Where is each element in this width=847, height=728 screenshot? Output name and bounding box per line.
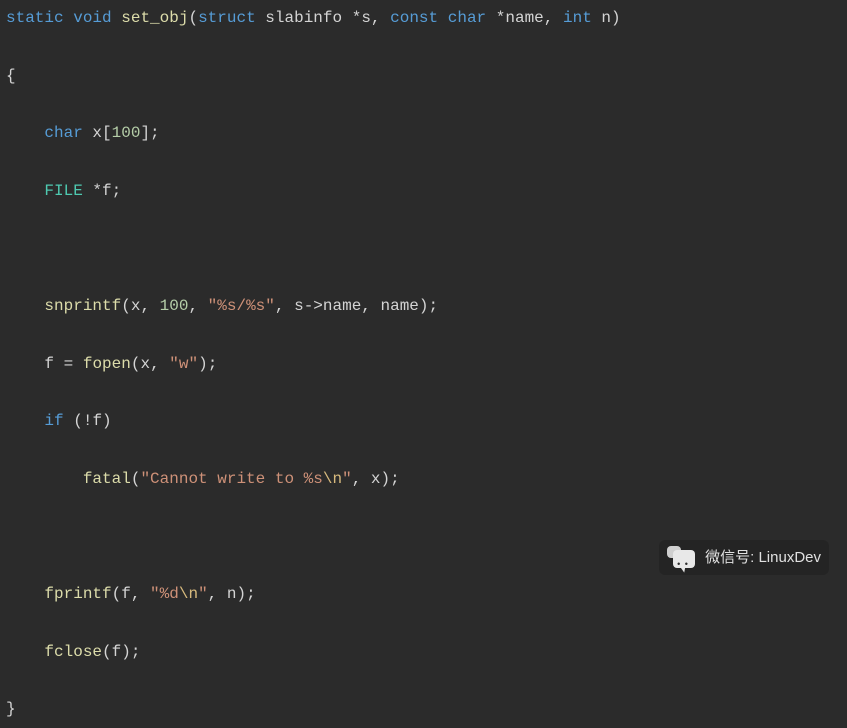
param-s: s [361,9,371,27]
var-f: f [102,182,112,200]
fn-fclose: fclose [44,643,102,661]
var-f2: f [44,355,54,373]
param-n: n [601,9,611,27]
arg-f2: f [121,585,131,603]
kw-char: char [448,9,486,27]
fn-fprintf: fprintf [44,585,111,603]
param-name: name [505,9,543,27]
arg-name: name [381,297,419,315]
kw-if: if [44,412,63,430]
str-fmt: "%s/%s" [208,297,275,315]
str-fatal-b: " [342,470,352,488]
kw-char-2: char [44,124,82,142]
kw-int: int [563,9,592,27]
kw-void: void [73,9,111,27]
cond-f: f [92,412,102,430]
fn-snprintf: snprintf [44,297,121,315]
arg-x3: x [371,470,381,488]
code-block: static void set_obj(struct slabinfo *s, … [0,0,847,728]
esc-n2: \n [179,585,198,603]
arg-s: s [294,297,304,315]
fn-name: set_obj [121,9,188,27]
kw-static: static [6,9,64,27]
arg-x: x [131,297,141,315]
str-fmt2a: "%d [150,585,179,603]
wechat-icon: • • [667,546,697,570]
op-arrow: -> [304,297,323,315]
str-mode: "w" [169,355,198,373]
watermark: • • 微信号: LinuxDev [659,540,829,575]
str-fatal-a: "Cannot write to %s [140,470,322,488]
arg-f3: f [112,643,122,661]
esc-n1: \n [323,470,342,488]
fn-fatal: fatal [83,470,131,488]
type-file: FILE [44,182,82,200]
var-x: x [92,124,102,142]
num-100b: 100 [160,297,189,315]
arg-x2: x [140,355,150,373]
watermark-label: 微信号: LinuxDev [705,544,821,571]
kw-const: const [390,9,438,27]
kw-struct: struct [198,9,256,27]
fn-fopen: fopen [83,355,131,373]
str-fmt2b: " [198,585,208,603]
field-name: name [323,297,361,315]
type-slabinfo: slabinfo [265,9,342,27]
num-100: 100 [112,124,141,142]
